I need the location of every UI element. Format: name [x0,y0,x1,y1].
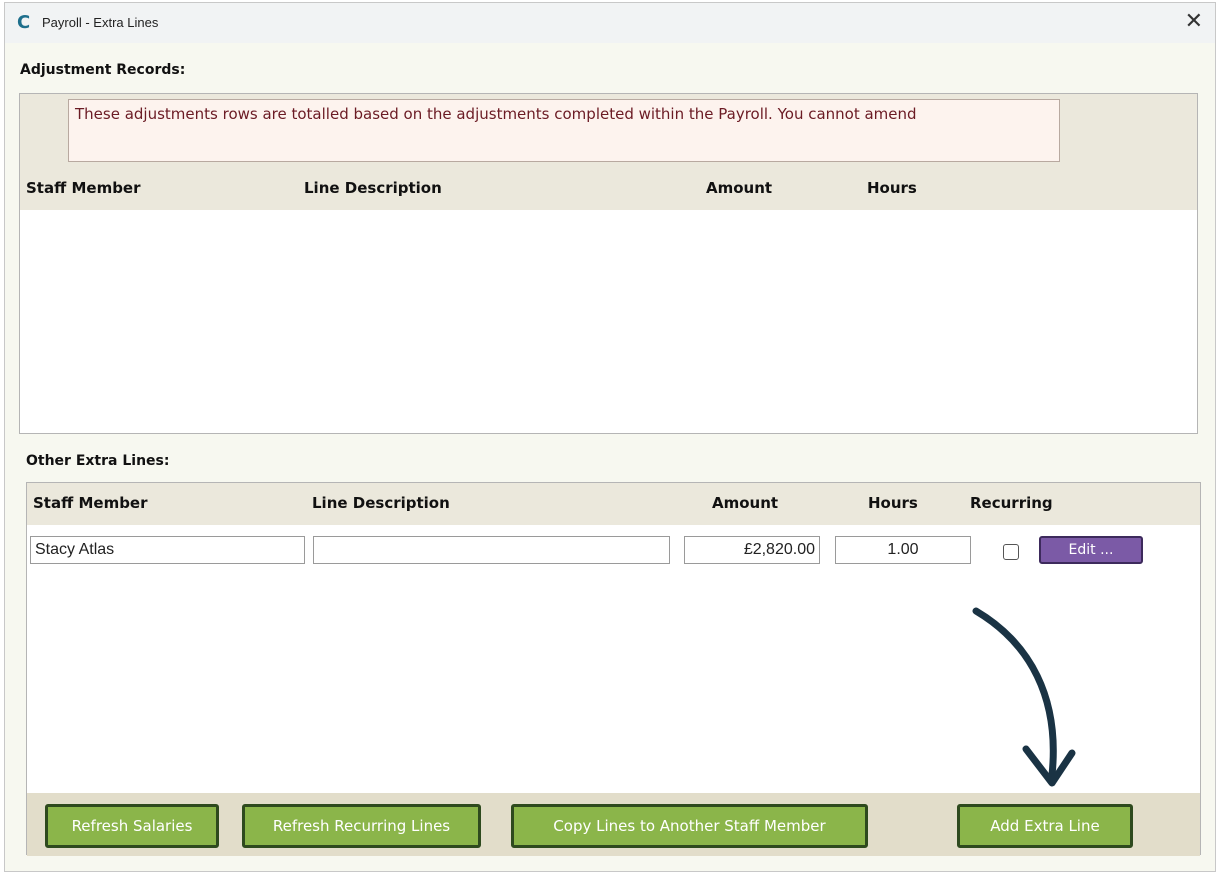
col-line-description: Line Description [304,179,442,197]
col-line-description: Line Description [312,494,450,512]
edit-button[interactable]: Edit ... [1039,536,1143,564]
pointer-arrow-icon [972,607,1076,787]
extra-lines-header-row: Staff Member Line Description Amount Hou… [27,483,1200,525]
arrow-head [1022,745,1076,787]
notice-area: These adjustments rows are totalled base… [20,94,1197,168]
footer-button-bar: Refresh Salaries Refresh Recurring Lines… [27,793,1200,856]
col-amount: Amount [712,494,779,512]
refresh-salaries-button[interactable]: Refresh Salaries [45,804,219,848]
staff-member-field[interactable]: Stacy Atlas [30,536,305,564]
recurring-checkbox[interactable] [1003,544,1019,560]
amount-field[interactable]: £2,820.00 [684,536,820,564]
adjustment-records-panel: These adjustments rows are totalled base… [19,93,1198,434]
add-extra-line-button[interactable]: Add Extra Line [957,804,1133,848]
copy-lines-button[interactable]: Copy Lines to Another Staff Member [511,804,868,848]
app-logo-icon: C [17,12,31,33]
col-staff-member: Staff Member [33,494,148,512]
col-staff-member: Staff Member [26,179,141,197]
refresh-recurring-lines-button[interactable]: Refresh Recurring Lines [242,804,481,848]
other-extra-lines-label: Other Extra Lines: [26,453,170,469]
title-bar: C Payroll - Extra Lines ✕ [5,3,1215,43]
col-hours: Hours [868,494,918,512]
arrow-shaft [972,607,1057,779]
col-hours: Hours [867,179,917,197]
col-recurring: Recurring [970,494,1053,512]
close-icon[interactable]: ✕ [1185,9,1203,34]
hours-field[interactable]: 1.00 [835,536,971,564]
line-description-field[interactable] [313,536,670,564]
adjustments-notice: These adjustments rows are totalled base… [68,99,1060,162]
adjustment-header-row: Staff Member Line Description Amount Hou… [20,168,1197,210]
window-title: Payroll - Extra Lines [42,15,159,30]
adjustment-records-label: Adjustment Records: [20,62,186,78]
col-amount: Amount [706,179,773,197]
